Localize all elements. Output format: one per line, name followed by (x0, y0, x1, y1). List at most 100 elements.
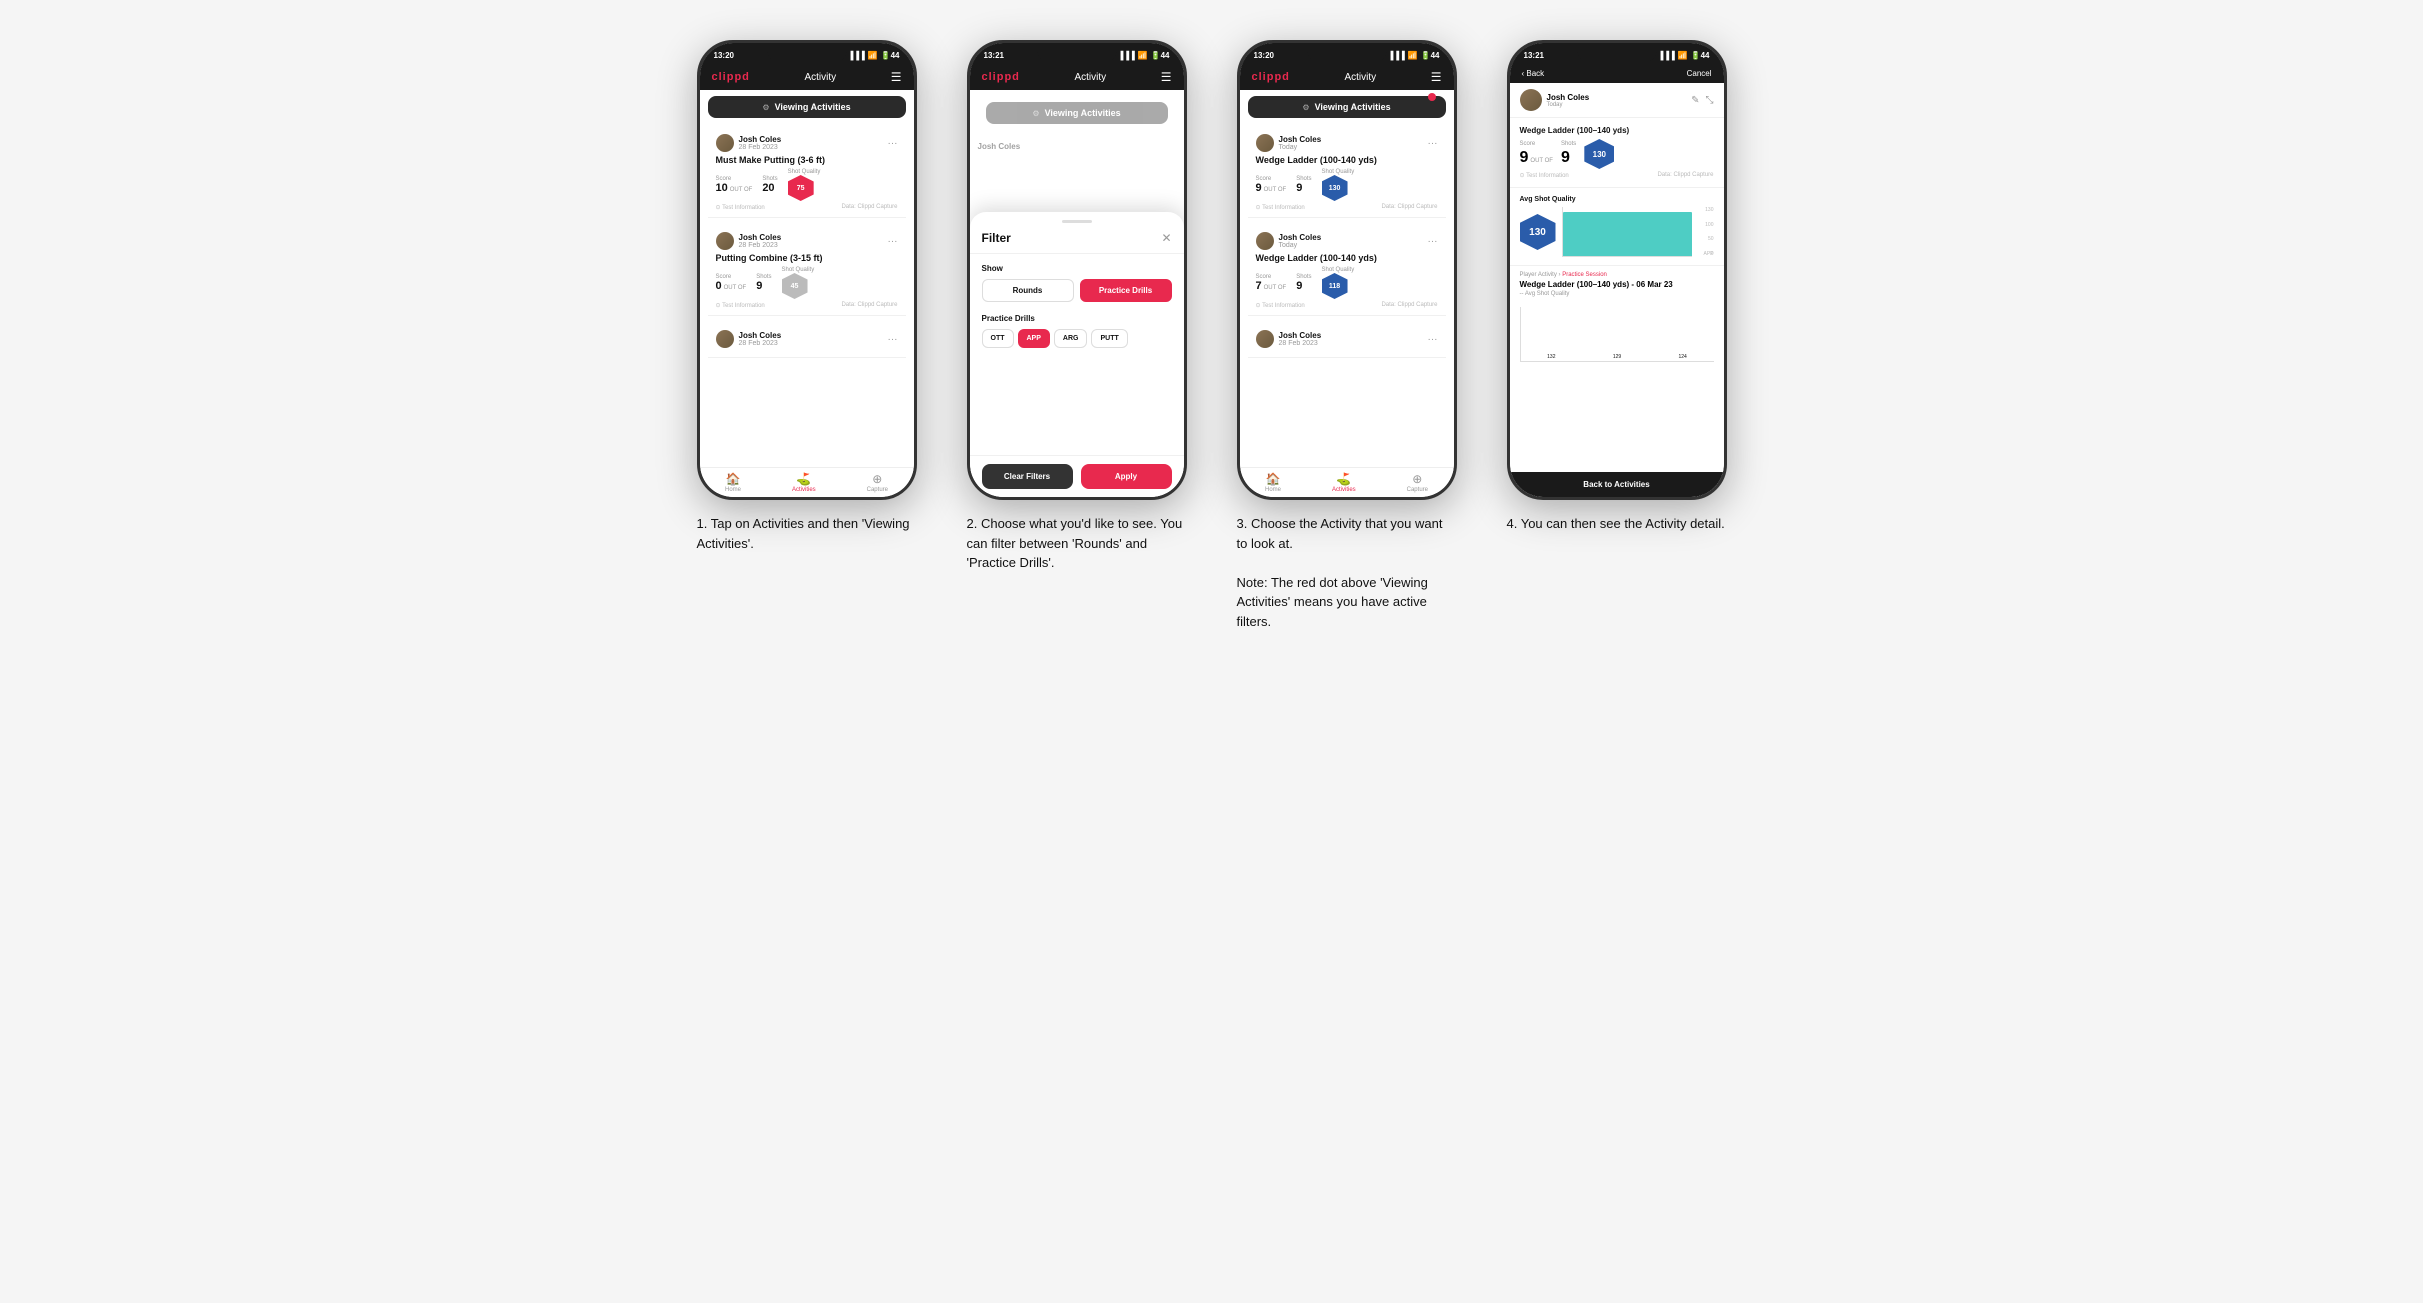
session-label-4: Player Activity › Practice Session (1520, 272, 1714, 278)
battery-icon-1: 🔋44 (881, 51, 900, 60)
filter-handle (1062, 220, 1092, 223)
card-dots-3-3[interactable]: ··· (1428, 334, 1438, 345)
bottom-nav-capture-3[interactable]: ⊕ Capture (1407, 472, 1428, 493)
home-icon-1: 🏠 (726, 472, 741, 486)
card-header-3-1: Josh Coles Today ··· (1256, 134, 1438, 152)
card-user-1-1: Josh Coles 28 Feb 2023 (716, 134, 782, 152)
bottom-nav-1: 🏠 Home ⛳ Activities ⊕ Capture (700, 467, 914, 497)
user-date-1-3: 28 Feb 2023 (739, 340, 782, 347)
activity-card-1-1[interactable]: Josh Coles 28 Feb 2023 ··· Must Make Put… (708, 128, 906, 218)
stat-sq-3-2: Shot Quality 118 (1322, 267, 1355, 299)
card-user-3-1: Josh Coles Today (1256, 134, 1322, 152)
detail-shots-label-4: Shots (1561, 141, 1576, 147)
card-dots-3-1[interactable]: ··· (1428, 138, 1438, 149)
bottom-nav-capture-1[interactable]: ⊕ Capture (867, 472, 888, 493)
card-footer-1-1: ⊙ Test Information Data: Clippd Capture (716, 204, 898, 211)
arg-btn[interactable]: ARG (1054, 329, 1088, 348)
user-name-3-2: Josh Coles (1279, 233, 1322, 242)
bar-4-1 (1563, 212, 1692, 256)
footer-left-1-2: ⊙ Test Information (716, 302, 765, 309)
stat-shots-1-2: Shots 9 (756, 274, 771, 292)
phone-1-frame: 13:20 ▐▐▐ 📶 🔋44 clippd Activity ☰ (697, 40, 917, 500)
card-user-1-3: Josh Coles 28 Feb 2023 (716, 330, 782, 348)
session-sub-label-4: -- Avg Shot Quality (1520, 291, 1714, 297)
nav-title-2: Activity (1074, 72, 1106, 83)
nav-bar-3: clippd Activity ☰ (1240, 64, 1454, 90)
avatar-3-3 (1256, 330, 1274, 348)
user-info-1-2: Josh Coles 28 Feb 2023 (739, 233, 782, 249)
card-dots-1-2[interactable]: ··· (888, 236, 898, 247)
user-name-3-3: Josh Coles (1279, 331, 1322, 340)
card-header-3-2: Josh Coles Today ··· (1256, 232, 1438, 250)
cancel-button-4[interactable]: Cancel (1687, 69, 1712, 78)
capture-icon-1: ⊕ (872, 472, 882, 486)
detail-score-num-4: 9 (1520, 149, 1529, 167)
bottom-nav-activities-1[interactable]: ⛳ Activities (792, 472, 816, 493)
bar-col-4-1: 132 (1521, 354, 1583, 361)
home-icon-3: 🏠 (1266, 472, 1281, 486)
activity-card-1-2[interactable]: Josh Coles 28 Feb 2023 ··· Putting Combi… (708, 226, 906, 316)
time-2: 13:21 (984, 51, 1004, 60)
wifi-icon-1: 📶 (868, 51, 878, 60)
card-title-3-2: Wedge Ladder (100-140 yds) (1256, 253, 1438, 263)
battery-icon-4: 🔋44 (1691, 51, 1710, 60)
bar-col-4-2: 129 (1586, 354, 1648, 361)
activities-icon-1: ⛳ (796, 472, 811, 486)
card-stats-1-1: Score 10 OUT OF Shots 20 Shot Quality 75 (716, 169, 898, 201)
bar-col-4-3: 124 (1652, 354, 1714, 361)
hamburger-icon-3[interactable]: ☰ (1431, 70, 1442, 84)
putt-btn[interactable]: PUTT (1091, 329, 1127, 348)
hamburger-icon-2[interactable]: ☰ (1161, 70, 1172, 84)
signal-icon-3: ▐▐▐ (1388, 51, 1405, 60)
card-stats-3-1: Score 9 OUT OF Shots 9 Shot Quality 130 (1256, 169, 1438, 201)
score-value-3-1: 9 OUT OF (1256, 182, 1287, 194)
phone-4-screen: 13:21 ▐▐▐ 📶 🔋44 ‹ Back Cancel (1510, 43, 1724, 497)
card-dots-3-2[interactable]: ··· (1428, 236, 1438, 247)
phone-2-column: 13:21 ▐▐▐ 📶 🔋44 clippd Activity ☰ (957, 40, 1197, 573)
avatar-1-3 (716, 330, 734, 348)
bar-val-4-3: 124 (1679, 354, 1687, 360)
bottom-nav-home-1[interactable]: 🏠 Home (725, 472, 741, 493)
bottom-nav-activities-3[interactable]: ⛳ Activities (1332, 472, 1356, 493)
stat-sq-3-1: Shot Quality 130 (1322, 169, 1355, 201)
viewing-activities-label-3: Viewing Activities (1315, 102, 1391, 112)
back-to-activities-button-4[interactable]: Back to Activities (1510, 472, 1724, 497)
shots-value-1-1: 20 (762, 182, 777, 194)
rounds-toggle[interactable]: Rounds (982, 279, 1074, 302)
score-value-1-1: 10 OUT OF (716, 182, 753, 194)
ott-btn[interactable]: OTT (982, 329, 1014, 348)
chart-hex-large-4: 130 (1520, 214, 1556, 250)
card-dots-1-1[interactable]: ··· (888, 138, 898, 149)
practice-drills-toggle[interactable]: Practice Drills (1080, 279, 1172, 302)
user-date-1-2: 28 Feb 2023 (739, 242, 782, 249)
phone-1-notch (767, 43, 847, 63)
app-btn[interactable]: APP (1018, 329, 1050, 348)
edit-icon-4[interactable]: ✎ (1691, 95, 1699, 106)
card-dots-1-3[interactable]: ··· (888, 334, 898, 345)
back-button-4[interactable]: ‹ Back (1522, 69, 1545, 78)
activity-card-3-1[interactable]: Josh Coles Today ··· Wedge Ladder (100-1… (1248, 128, 1446, 218)
time-4: 13:21 (1524, 51, 1544, 60)
hamburger-icon-1[interactable]: ☰ (891, 70, 902, 84)
caption-2: 2. Choose what you'd like to see. You ca… (967, 514, 1187, 573)
bottom-nav-home-3[interactable]: 🏠 Home (1265, 472, 1281, 493)
y-label-100: 100 (1694, 222, 1714, 228)
filter-header: Filter ✕ (970, 227, 1184, 254)
nav-title-3: Activity (1344, 72, 1376, 83)
apply-button[interactable]: Apply (1081, 464, 1172, 489)
viewing-activities-bar-3[interactable]: ⚙ Viewing Activities (1248, 96, 1446, 118)
app-label-4: APP (1703, 251, 1713, 257)
sq-badge-3-1: 130 (1322, 175, 1348, 201)
caption-4: 4. You can then see the Activity detail. (1507, 514, 1727, 534)
filter-close-icon[interactable]: ✕ (1161, 231, 1171, 245)
outof-1-2: OUT OF (724, 285, 747, 291)
viewing-activities-bar-1[interactable]: ⚙ Viewing Activities (708, 96, 906, 118)
card-user-1-2: Josh Coles 28 Feb 2023 (716, 232, 782, 250)
detail-drill-title-4: Wedge Ladder (100–140 yds) (1520, 126, 1714, 135)
activity-card-3-2[interactable]: Josh Coles Today ··· Wedge Ladder (100-1… (1248, 226, 1446, 316)
filter-footer: Clear Filters Apply (970, 455, 1184, 497)
stat-score-3-2: Score 7 OUT OF (1256, 274, 1287, 292)
phone-2-screen: 13:21 ▐▐▐ 📶 🔋44 clippd Activity ☰ (970, 43, 1184, 497)
expand-icon-4[interactable]: ⤡ (1706, 95, 1714, 106)
clear-filters-button[interactable]: Clear Filters (982, 464, 1073, 489)
